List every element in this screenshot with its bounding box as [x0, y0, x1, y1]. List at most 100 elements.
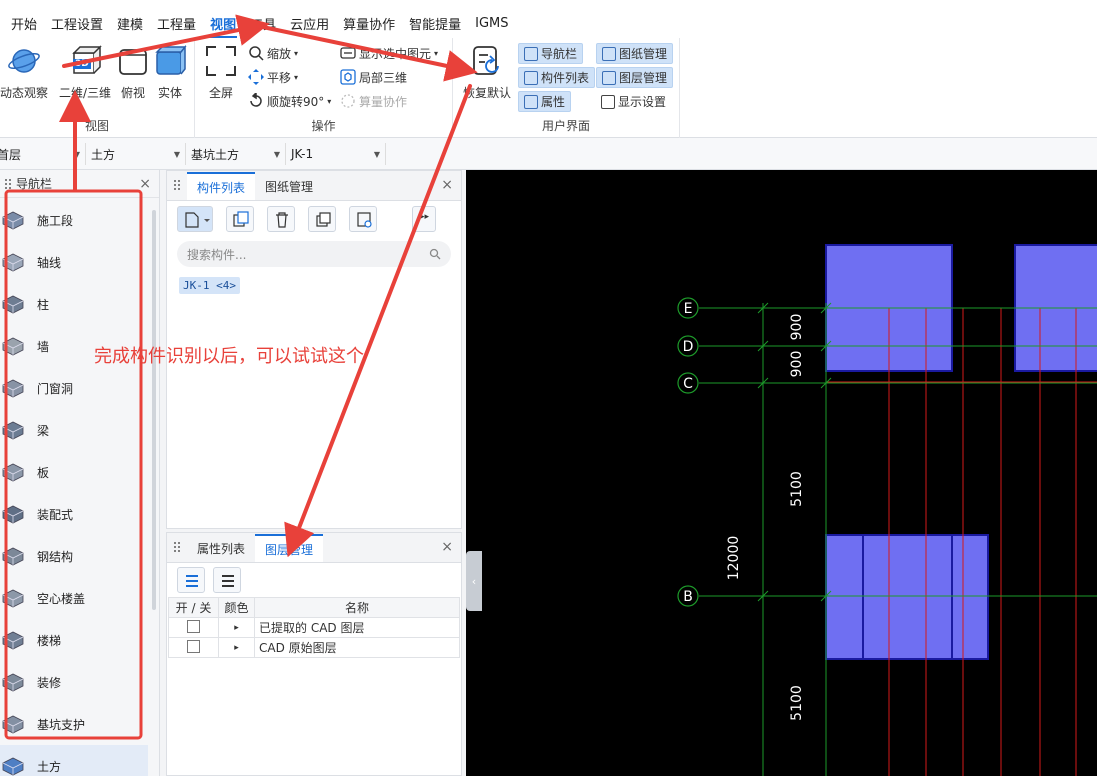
foundation-block[interactable] [825, 534, 989, 660]
zoom-button[interactable]: 缩放 ▾ [248, 43, 298, 63]
zoom-label: 缩放 [267, 46, 292, 61]
menu-start[interactable]: 开始 [4, 8, 44, 38]
collab-ops-button[interactable]: 算量协作 [340, 91, 407, 111]
drag-handle-icon[interactable] [173, 179, 181, 191]
sidebar-item[interactable]: 柱 [0, 283, 148, 325]
show-selected-button[interactable]: 显示选中图元 ▾ [340, 43, 438, 63]
delete-component-button[interactable] [267, 206, 295, 232]
filter-component-button[interactable] [349, 206, 377, 232]
local-3d-button[interactable]: 局部三维 [340, 67, 407, 87]
tab-properties[interactable]: 属性列表 [187, 534, 255, 562]
nav-scrollbar[interactable] [152, 210, 156, 610]
menu-igms[interactable]: IGMS [468, 8, 515, 38]
component-search[interactable]: 搜索构件... [177, 241, 451, 267]
dimension-text: 5100 [789, 471, 805, 507]
dynamic-observe-button[interactable]: 动态观察 [0, 42, 54, 101]
sidebar-item[interactable]: 基坑支护 [0, 703, 148, 745]
properties-icon [524, 94, 538, 109]
component-list-toggle-label: 构件列表 [541, 71, 590, 85]
menu-cloud[interactable]: 云应用 [283, 8, 336, 38]
menu-project-settings[interactable]: 工程设置 [44, 8, 110, 38]
annotation-text: 完成构件识别以后，可以试试这个 [94, 346, 364, 367]
type-select[interactable]: 基坑土方 ▼ [186, 143, 286, 165]
sidebar-item[interactable]: 梁 [0, 409, 148, 451]
sidebar-item-label: 轴线 [37, 255, 62, 270]
dimension-text: 900 [789, 351, 805, 378]
menu-smart-extract[interactable]: 智能提量 [402, 8, 468, 38]
tab-drawing-mgmt[interactable]: 图纸管理 [255, 172, 323, 200]
duplicate-icon [316, 212, 331, 227]
sidebar-item[interactable]: 施工段 [0, 199, 148, 241]
component-select[interactable]: JK-1 ▼ [286, 143, 386, 165]
fullscreen-button[interactable]: 全屏 [191, 42, 251, 101]
sidebar-item-label: 钢结构 [37, 549, 74, 564]
local-3d-label: 局部三维 [359, 70, 408, 85]
sidebar-item[interactable]: 板 [0, 451, 148, 493]
rotate-icon [248, 91, 264, 109]
layer-mgmt-toggle[interactable]: 图层管理 [596, 67, 674, 88]
component-list-toggle[interactable]: 构件列表 [518, 67, 596, 88]
expand-icon[interactable]: ▸ [218, 617, 255, 638]
axis-label: C [683, 376, 693, 392]
layer-copy-button[interactable] [308, 206, 336, 232]
new-component-button[interactable] [177, 206, 213, 232]
drag-handle-icon[interactable] [173, 541, 181, 553]
solid-cube-icon [153, 44, 187, 78]
rotate-button[interactable]: 顺旋转90° ▾ [248, 91, 331, 111]
table-row[interactable]: ▸ 已提取的 CAD 图层 [168, 617, 460, 638]
sidebar-item[interactable]: 门窗洞 [0, 367, 148, 409]
trash-icon [276, 212, 288, 228]
tab-layer-mgmt[interactable]: 图层管理 [255, 534, 324, 562]
table-row[interactable]: ▸ CAD 原始图层 [168, 637, 460, 658]
cad-drawing[interactable]: E D C B 900 900 5100 12000 5100 [466, 170, 1097, 776]
sidebar-item[interactable]: 装配式 [0, 493, 148, 535]
floor-select[interactable]: 首层 ▼ [0, 143, 86, 165]
sidebar-item-label: 柱 [37, 297, 50, 312]
drag-handle-icon[interactable] [4, 177, 12, 190]
drawing-canvas[interactable]: E D C B 900 900 5100 12000 5100 [466, 170, 1097, 776]
drawing-mgmt-toggle[interactable]: 图纸管理 [596, 43, 674, 64]
sidebar-item[interactable]: 钢结构 [0, 535, 148, 577]
close-icon[interactable]: × [441, 177, 453, 193]
component-item[interactable]: JK-1 <4> [179, 277, 240, 294]
menu-quantities[interactable]: 工程量 [150, 8, 203, 38]
menu-tools[interactable]: 工具 [243, 8, 283, 38]
sidebar-item[interactable]: 楼梯 [0, 619, 148, 661]
chevron-down-icon: ▼ [273, 149, 280, 159]
sidebar-item[interactable]: 轴线 [0, 241, 148, 283]
close-icon[interactable]: × [441, 539, 453, 555]
close-icon[interactable]: × [139, 176, 151, 192]
layer-checkbox[interactable] [187, 639, 200, 653]
tab-component-list[interactable]: 构件列表 [187, 172, 256, 200]
display-settings-button[interactable]: 显示设置 [596, 91, 671, 112]
layer-name: CAD 原始图层 [254, 637, 460, 658]
layer-checkbox[interactable] [187, 619, 200, 633]
layer-hide-button[interactable] [213, 567, 241, 593]
component-type-icon [1, 671, 25, 693]
layer-stack-icon [186, 575, 198, 587]
sidebar-item[interactable]: 土方 [0, 745, 148, 776]
pan-button[interactable]: 平移 ▾ [248, 67, 298, 87]
expand-icon[interactable]: ▸ [218, 637, 255, 658]
sidebar-item-label: 板 [37, 465, 50, 480]
more-button[interactable]: ▸▸ [412, 206, 436, 232]
layer-panel: 属性列表 图层管理 × 开 / 关 颜色 名称 ▸ 已提取的 CAD 图层 ▸ … [166, 532, 462, 776]
sidebar-item[interactable]: 空心楼盖 [0, 577, 148, 619]
menu-modeling[interactable]: 建模 [110, 8, 150, 38]
search-icon[interactable] [429, 248, 441, 260]
restore-default-label: 恢复默认 [462, 86, 511, 100]
copy-component-button[interactable] [226, 206, 254, 232]
category-select[interactable]: 土方 ▼ [86, 143, 186, 165]
col-color: 颜色 [218, 597, 255, 618]
panel-collapse-handle[interactable]: ‹ [466, 551, 482, 611]
nav-bar-toggle[interactable]: 导航栏 [518, 43, 584, 64]
restore-default-button[interactable]: 恢复默认 [457, 42, 517, 101]
restore-icon [470, 44, 504, 78]
sidebar-item[interactable]: 装修 [0, 661, 148, 703]
menu-collab[interactable]: 算量协作 [336, 8, 402, 38]
component-type-icon [1, 209, 25, 231]
properties-toggle[interactable]: 属性 [518, 91, 572, 112]
component-type-icon [1, 503, 25, 525]
menu-view[interactable]: 视图 [203, 8, 243, 38]
layer-show-button[interactable] [177, 567, 205, 593]
